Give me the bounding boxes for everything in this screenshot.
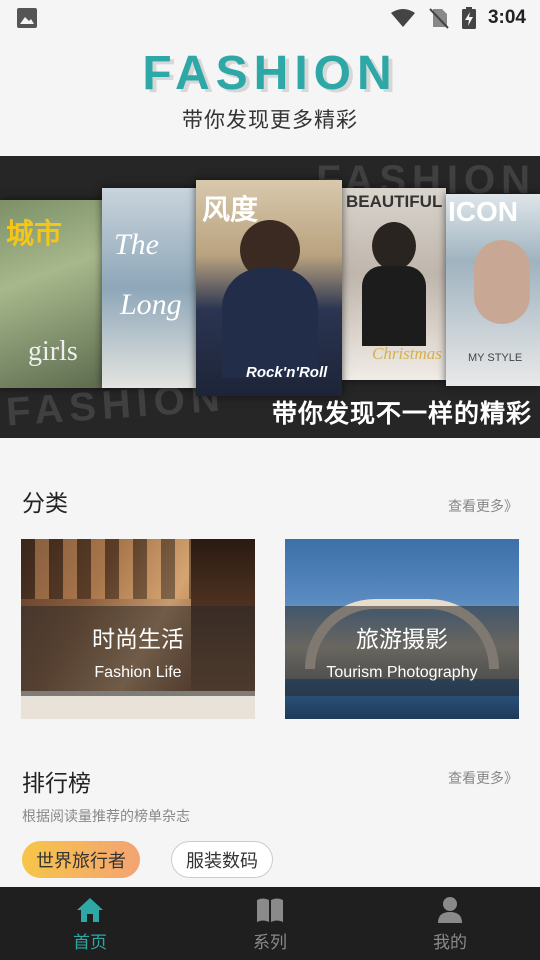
category-card-fashion-life[interactable]: 时尚生活 Fashion Life <box>21 539 255 719</box>
app-slogan: 带你发现更多精彩 <box>182 108 358 132</box>
home-icon <box>77 898 103 922</box>
category-title-cn: 旅游摄影 <box>356 627 448 653</box>
magazine-cover-3[interactable]: 风度 Rock'n'Roll <box>196 180 342 396</box>
magazine-cover-5[interactable]: ICON MY STYLE <box>446 194 540 386</box>
category-title-cn: 时尚生活 <box>92 627 184 653</box>
banner-caption: 带你发现不一样的精彩 <box>271 399 532 428</box>
cover-2-title: The <box>114 228 159 261</box>
nav-item-series[interactable]: 系列 <box>180 887 360 960</box>
cover-4-figure <box>362 266 426 346</box>
nav-item-profile[interactable]: 我的 <box>360 887 540 960</box>
category-label-band: 时尚生活 Fashion Life <box>21 606 255 696</box>
nav-item-home[interactable]: 首页 <box>0 887 180 960</box>
cover-1-subtitle: girls <box>28 336 78 367</box>
ranking-subtitle: 根据阅读量推荐的榜单杂志 <box>22 809 190 825</box>
magazine-cover-4[interactable]: BEAUTIFUL Christmas <box>342 188 446 380</box>
category-section-title: 分类 <box>22 491 68 517</box>
app-header: FASHION 带你发现更多精彩 <box>0 46 540 134</box>
nav-label-series: 系列 <box>253 933 287 953</box>
cover-5-portrait <box>474 240 530 324</box>
ranking-chip-clothing-digital[interactable]: 服装数码 <box>171 841 273 878</box>
category-title-en: Tourism Photography <box>326 664 478 681</box>
cover-3-title: 风度 <box>202 194 259 225</box>
banner-carousel[interactable]: FASHION FASHION 城市 girls The Long 风度 Roc… <box>0 156 540 438</box>
no-sim-icon <box>429 8 449 29</box>
app-logo: FASHION <box>142 47 398 100</box>
cover-4-subtitle: Christmas <box>372 344 442 363</box>
battery-charging-icon <box>461 7 476 29</box>
magazine-cover-1[interactable]: 城市 girls <box>0 200 104 388</box>
cover-3-subtitle: Rock'n'Roll <box>246 364 328 381</box>
category-title-en: Fashion Life <box>94 664 182 681</box>
book-icon <box>257 898 283 922</box>
category-more-link[interactable]: 查看更多》 <box>448 496 518 516</box>
status-time: 3:04 <box>487 7 526 28</box>
wifi-icon <box>390 9 415 27</box>
ranking-section-title: 排行榜 <box>22 771 91 797</box>
cover-1-title: 城市 <box>6 218 63 249</box>
cover-5-title: ICON <box>448 196 518 227</box>
ranking-chip-world-traveler[interactable]: 世界旅行者 <box>22 841 140 878</box>
bottom-nav: 首页 系列 我的 <box>0 887 540 960</box>
nav-label-home: 首页 <box>73 933 107 953</box>
cover-5-subtitle: MY STYLE <box>468 352 523 364</box>
cover-3-figure <box>222 268 318 378</box>
category-label-band: 旅游摄影 Tourism Photography <box>285 606 519 696</box>
cover-2-subtitle: Long <box>120 288 182 321</box>
status-bar: 3:04 <box>0 0 540 36</box>
category-section-header: 分类 查看更多》 <box>22 484 518 518</box>
cover-4-portrait <box>372 222 416 270</box>
magazine-cover-2[interactable]: The Long <box>102 188 198 388</box>
user-icon <box>438 897 462 923</box>
category-card-tourism-photography[interactable]: 旅游摄影 Tourism Photography <box>285 539 519 719</box>
cover-4-title: BEAUTIFUL <box>346 192 443 211</box>
ranking-more-link[interactable]: 查看更多》 <box>448 768 518 788</box>
ranking-section-header: 排行榜 查看更多》 <box>22 764 518 798</box>
nav-label-profile: 我的 <box>433 933 467 953</box>
image-notification-icon <box>17 8 37 28</box>
